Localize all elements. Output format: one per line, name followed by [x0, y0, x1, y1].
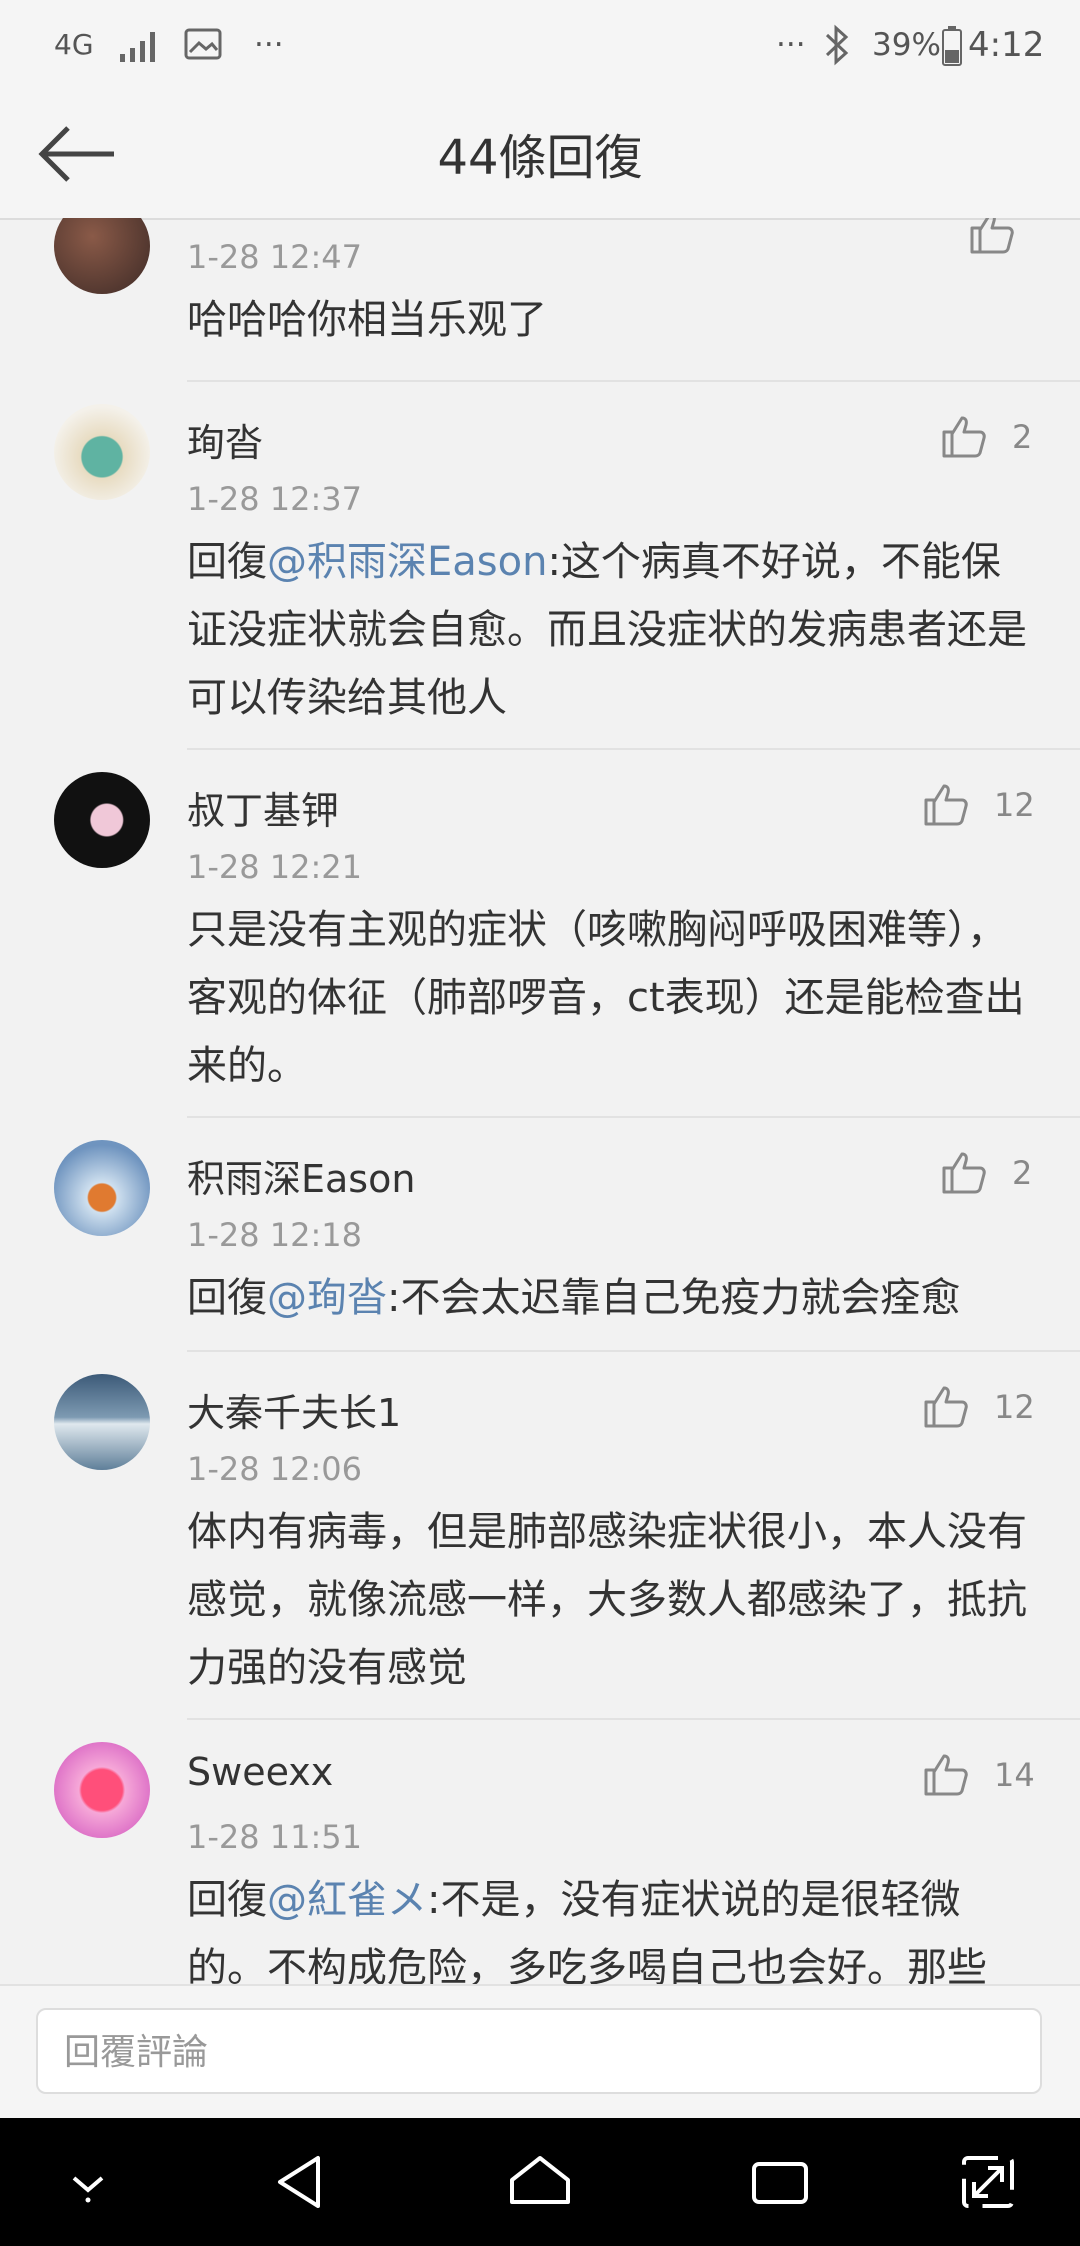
- comment-body: 体内有病毒，但是肺部感染症状很小，本人没有感觉，就像流感一样，大多数人都感染了，…: [187, 1509, 1027, 1691]
- battery-percent: 39%: [872, 27, 941, 63]
- comment-username[interactable]: 大秦千夫长1: [187, 1382, 401, 1437]
- comment-item: Sweexx 14 1-28 11:51 回復@紅雀メ:不是，没有症状说的是很轻…: [0, 1720, 1080, 1984]
- comment-time: 1-28 12:18: [187, 1216, 363, 1254]
- comment-body: 哈哈哈你相当乐观了: [187, 297, 547, 343]
- avatar[interactable]: [54, 404, 150, 500]
- comment-body: 回復@积雨深Eason:这个病真不好说，不能保证没症状就会自愈。而且没症状的发病…: [187, 539, 1027, 721]
- reply-bar: 回覆評論: [0, 1984, 1080, 2120]
- navigation-bar: [0, 2118, 1080, 2246]
- like-icon[interactable]: [968, 218, 1016, 256]
- comment-item: 珣沓 2 1-28 12:37 回復@积雨深Eason:这个病真不好说，不能保证…: [0, 382, 1080, 750]
- like-count: 12: [994, 1388, 1035, 1426]
- hide-keyboard-icon[interactable]: [52, 2146, 124, 2218]
- avatar[interactable]: [54, 1374, 150, 1470]
- status-bar: 4G ··· ··· 39% 4:12: [0, 0, 1080, 90]
- comment-username[interactable]: 积雨深Eason: [187, 1148, 415, 1203]
- like-count: 12: [994, 786, 1035, 824]
- clock: 4:12: [968, 25, 1045, 65]
- avatar[interactable]: [54, 1742, 150, 1838]
- header: 44條回復: [0, 90, 1080, 220]
- comment-body: 只是没有主观的症状（咳嗽胸闷呼吸困难等），客观的体征（肺部啰音，ct表现）还是能…: [187, 907, 1025, 1089]
- comment-time: 1-28 12:21: [187, 848, 363, 886]
- comment-item: 叔丁基钾 12 1-28 12:21 只是没有主观的症状（咳嗽胸闷呼吸困难等），…: [0, 750, 1080, 1120]
- recent-apps-icon[interactable]: [744, 2146, 816, 2218]
- bluetooth-icon: [825, 24, 849, 66]
- avatar[interactable]: [54, 772, 150, 868]
- avatar[interactable]: [54, 1140, 150, 1236]
- comment-time: 1-28 12:47: [187, 238, 363, 276]
- like-count: 2: [1012, 1154, 1033, 1192]
- like-icon[interactable]: [922, 1382, 970, 1430]
- comment-time: 1-28 12:06: [187, 1450, 363, 1488]
- page-title: 44條回復: [437, 130, 643, 186]
- comment-item: 大秦千夫长1 12 1-28 12:06 体内有病毒，但是肺部感染症状很小，本人…: [0, 1352, 1080, 1722]
- image-icon: [184, 28, 222, 60]
- status-dots-left: ···: [254, 27, 284, 63]
- expand-icon[interactable]: [952, 2146, 1024, 2218]
- comment-list[interactable]: 1-28 12:47 哈哈哈你相当乐观了 珣沓 2 1-28 12:37 回復@…: [0, 218, 1080, 1984]
- comment-body: 回復@珣沓:不会太迟靠自己免疫力就会痊愈: [187, 1275, 961, 1321]
- like-icon[interactable]: [922, 780, 970, 828]
- back-nav-icon[interactable]: [266, 2146, 338, 2218]
- comment-time: 1-28 11:51: [187, 1818, 363, 1856]
- comment-time: 1-28 12:37: [187, 480, 363, 518]
- avatar[interactable]: [54, 218, 150, 294]
- mention-link[interactable]: @珣沓: [267, 1275, 387, 1321]
- comment-item: 积雨深Eason 2 1-28 12:18 回復@珣沓:不会太迟靠自己免疫力就会…: [0, 1118, 1080, 1352]
- status-dots-right: ···: [776, 27, 806, 63]
- like-icon[interactable]: [940, 1148, 988, 1196]
- mention-link[interactable]: @紅雀メ: [267, 1877, 427, 1923]
- mention-link[interactable]: @积雨深Eason: [267, 539, 547, 585]
- comment-body: 回復@紅雀メ:不是，没有症状说的是很轻微的。不构成危险，多吃多喝自己也会好。那些: [187, 1877, 987, 1984]
- like-icon[interactable]: [940, 412, 988, 460]
- like-icon[interactable]: [922, 1750, 970, 1798]
- comment-username[interactable]: 叔丁基钾: [187, 780, 339, 835]
- network-indicator: 4G: [54, 28, 94, 61]
- signal-icon: [120, 32, 155, 62]
- reply-input[interactable]: 回覆評論: [36, 2008, 1042, 2094]
- comment-username[interactable]: 珣沓: [187, 412, 263, 467]
- battery-icon: [942, 26, 962, 66]
- home-icon[interactable]: [504, 2146, 576, 2218]
- like-count: 14: [994, 1756, 1035, 1794]
- comment-username[interactable]: Sweexx: [187, 1750, 333, 1794]
- like-count: 2: [1012, 418, 1033, 456]
